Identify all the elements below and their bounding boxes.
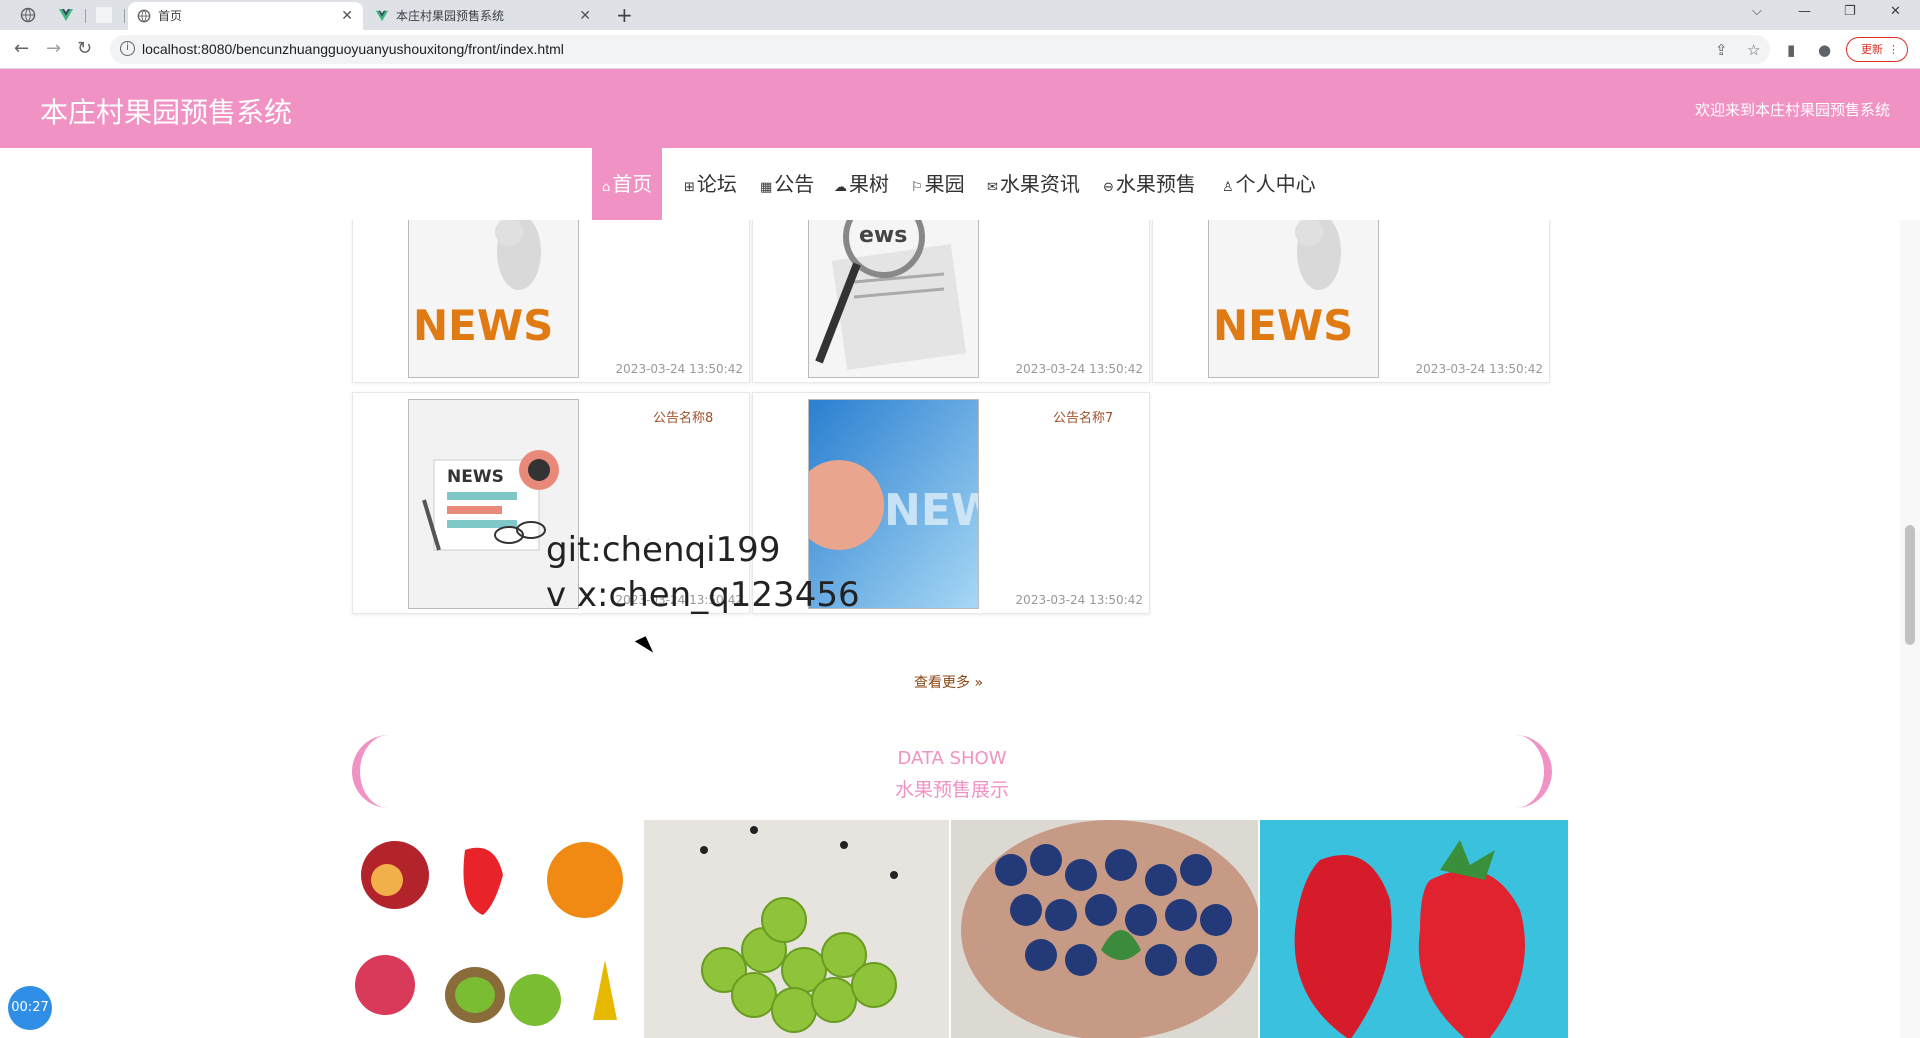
nav-label: 果园 <box>924 172 965 196</box>
scrollbar-thumb[interactable] <box>1905 525 1915 645</box>
update-button[interactable]: 更新 ⋮ <box>1846 37 1908 62</box>
nav-label: 水果预售 <box>1115 172 1196 196</box>
minimize-button[interactable]: — <box>1798 4 1811 19</box>
blueberries-image[interactable] <box>951 820 1258 1038</box>
news-figure-image[interactable]: NEWS <box>408 220 579 378</box>
nav-item-fruit-news[interactable]: ✉ 水果资讯 <box>987 148 1080 220</box>
double-chevron-right-icon: » <box>974 675 984 691</box>
nav-item-home[interactable]: ⌂ 首页 <box>592 148 663 220</box>
nav-label: 论坛 <box>696 172 737 196</box>
mail-icon: ✉ <box>987 180 998 195</box>
see-more-link[interactable]: 查看更多 » <box>914 672 983 692</box>
watermark-line-1: git:chenqi199 <box>546 530 781 570</box>
recording-timer: 00:27 <box>8 986 52 1030</box>
notice-date: 2023-03-24 13:50:42 <box>1415 362 1543 376</box>
see-more-label: 查看更多 <box>914 675 970 691</box>
grid-icon: ⊞ <box>684 180 695 195</box>
nav-item-fruit-tree[interactable]: ☁ 果树 <box>834 148 889 220</box>
svg-text:ews: ews <box>859 223 907 248</box>
kebab-menu-icon[interactable]: ⋮ <box>1888 38 1899 61</box>
main-nav: ⌂ 首页 ⊞ 论坛 ▦ 公告 ☁ 果树 ⚐ 果园 ✉ 水果资讯 ⊖ 水果预售 ♙ 个人中心 <box>0 148 1920 220</box>
nav-label: 首页 <box>612 172 653 196</box>
watermark-line-2: v x:chen_q123456 <box>546 575 860 615</box>
reload-icon[interactable]: ↻ <box>77 38 92 59</box>
section-title-cn: 水果预售展示 <box>894 779 1009 801</box>
notice-date: 2023-03-24 13:50:42 <box>1015 362 1143 376</box>
page-content: NEWS 2023-03-24 13:50:42 ews 2023-03-24 … <box>0 220 1900 1038</box>
notice-title[interactable]: 公告名称7 <box>1053 407 1113 426</box>
calendar-icon: ▦ <box>760 180 773 195</box>
restore-button[interactable]: ❐ <box>1844 4 1856 19</box>
nav-item-forum[interactable]: ⊞ 论坛 <box>684 148 737 220</box>
bookmark-star-icon[interactable]: ☆ <box>1747 41 1760 59</box>
notice-card[interactable]: NEWS 2023-03-24 13:50:42 <box>1152 220 1550 383</box>
home-icon: ⌂ <box>602 180 611 195</box>
address-bar: ← → ↻ i localhost:8080/bencunzhuangguoyu… <box>0 30 1920 69</box>
tab-home[interactable]: 首页 ✕ <box>128 2 363 30</box>
vue-icon[interactable] <box>58 7 74 23</box>
strawberries-image[interactable] <box>1260 820 1568 1038</box>
nav-item-notice[interactable]: ▦ 公告 <box>760 148 814 220</box>
globe-icon[interactable] <box>20 7 36 23</box>
news-figure-image[interactable]: NEWS <box>1208 220 1379 378</box>
tab-title: 首页 <box>158 9 183 23</box>
mixed-fruits-image[interactable] <box>345 820 642 1038</box>
green-grapes-image[interactable] <box>644 820 949 1038</box>
vue-icon <box>375 10 389 22</box>
url-field[interactable]: i localhost:8080/bencunzhuangguoyuanyush… <box>110 35 1770 64</box>
notice-date: 2023-03-24 13:50:42 <box>615 362 743 376</box>
update-label: 更新 <box>1861 43 1883 56</box>
share-icon[interactable]: ⇪ <box>1715 41 1728 59</box>
site-header: 本庄村果园预售系统 欢迎来到本庄村果园预售系统 <box>0 69 1920 148</box>
browser-tabbar: 首页 ✕ 本庄村果园预售系统 ✕ + ⌵ — ❐ ✕ <box>0 0 1920 30</box>
welcome-text: 欢迎来到本庄村果园预售系统 <box>1694 101 1890 119</box>
notice-title[interactable]: 公告名称8 <box>653 407 713 426</box>
nav-item-user-center[interactable]: ♙ 个人中心 <box>1222 148 1316 220</box>
tab-title: 本庄村果园预售系统 <box>396 9 505 23</box>
new-tab-button[interactable]: + <box>616 2 633 28</box>
svg-text:NEW: NEW <box>884 485 979 536</box>
forward-icon[interactable]: → <box>46 38 61 59</box>
site-title: 本庄村果园预售系统 <box>40 96 293 129</box>
flag-icon: ⚐ <box>911 180 923 195</box>
svg-text:NEWS: NEWS <box>1213 301 1353 350</box>
cloud-icon: ☁ <box>834 180 847 195</box>
notice-card[interactable]: NEWS 2023-03-24 13:50:42 <box>352 220 750 383</box>
back-icon[interactable]: ← <box>14 38 29 59</box>
svg-text:NEWS: NEWS <box>413 301 553 350</box>
close-window-button[interactable]: ✕ <box>1890 4 1901 19</box>
nav-label: 公告 <box>774 172 815 196</box>
nav-item-orchard[interactable]: ⚐ 果园 <box>911 148 965 220</box>
nav-item-fruit-presale[interactable]: ⊖ 水果预售 <box>1103 148 1196 220</box>
nav-label: 果树 <box>849 172 889 196</box>
magnifier-newspaper-image[interactable]: ews <box>808 220 979 378</box>
close-tab-icon[interactable]: ✕ <box>341 2 353 30</box>
blank-page-icon[interactable] <box>96 7 112 23</box>
shop-icon: ⊖ <box>1103 180 1114 195</box>
svg-text:NEWS: NEWS <box>447 467 504 487</box>
info-icon[interactable]: i <box>120 41 135 56</box>
close-tab-icon[interactable]: ✕ <box>579 2 591 30</box>
user-icon: ♙ <box>1222 180 1234 195</box>
url-text[interactable]: localhost:8080/bencunzhuangguoyuanyushou… <box>142 41 564 57</box>
tab-search-icon[interactable]: ⌵ <box>1752 4 1762 19</box>
nav-label: 水果资讯 <box>999 172 1080 196</box>
nav-label: 个人中心 <box>1235 172 1316 196</box>
section-title-en: DATA SHOW <box>897 748 1007 769</box>
notice-card[interactable]: ews 2023-03-24 13:50:42 <box>752 220 1150 383</box>
page-scrollbar[interactable] <box>1900 220 1920 1038</box>
data-show-header: DATA SHOW 水果预售展示 <box>352 735 1552 808</box>
globe-icon <box>137 9 151 23</box>
notice-date: 2023-03-24 13:50:42 <box>1015 593 1143 607</box>
profile-icon[interactable]: ● <box>1818 41 1831 59</box>
tab-system[interactable]: 本庄村果园预售系统 ✕ <box>366 2 601 30</box>
sidepanel-icon[interactable]: ▮ <box>1787 41 1795 59</box>
